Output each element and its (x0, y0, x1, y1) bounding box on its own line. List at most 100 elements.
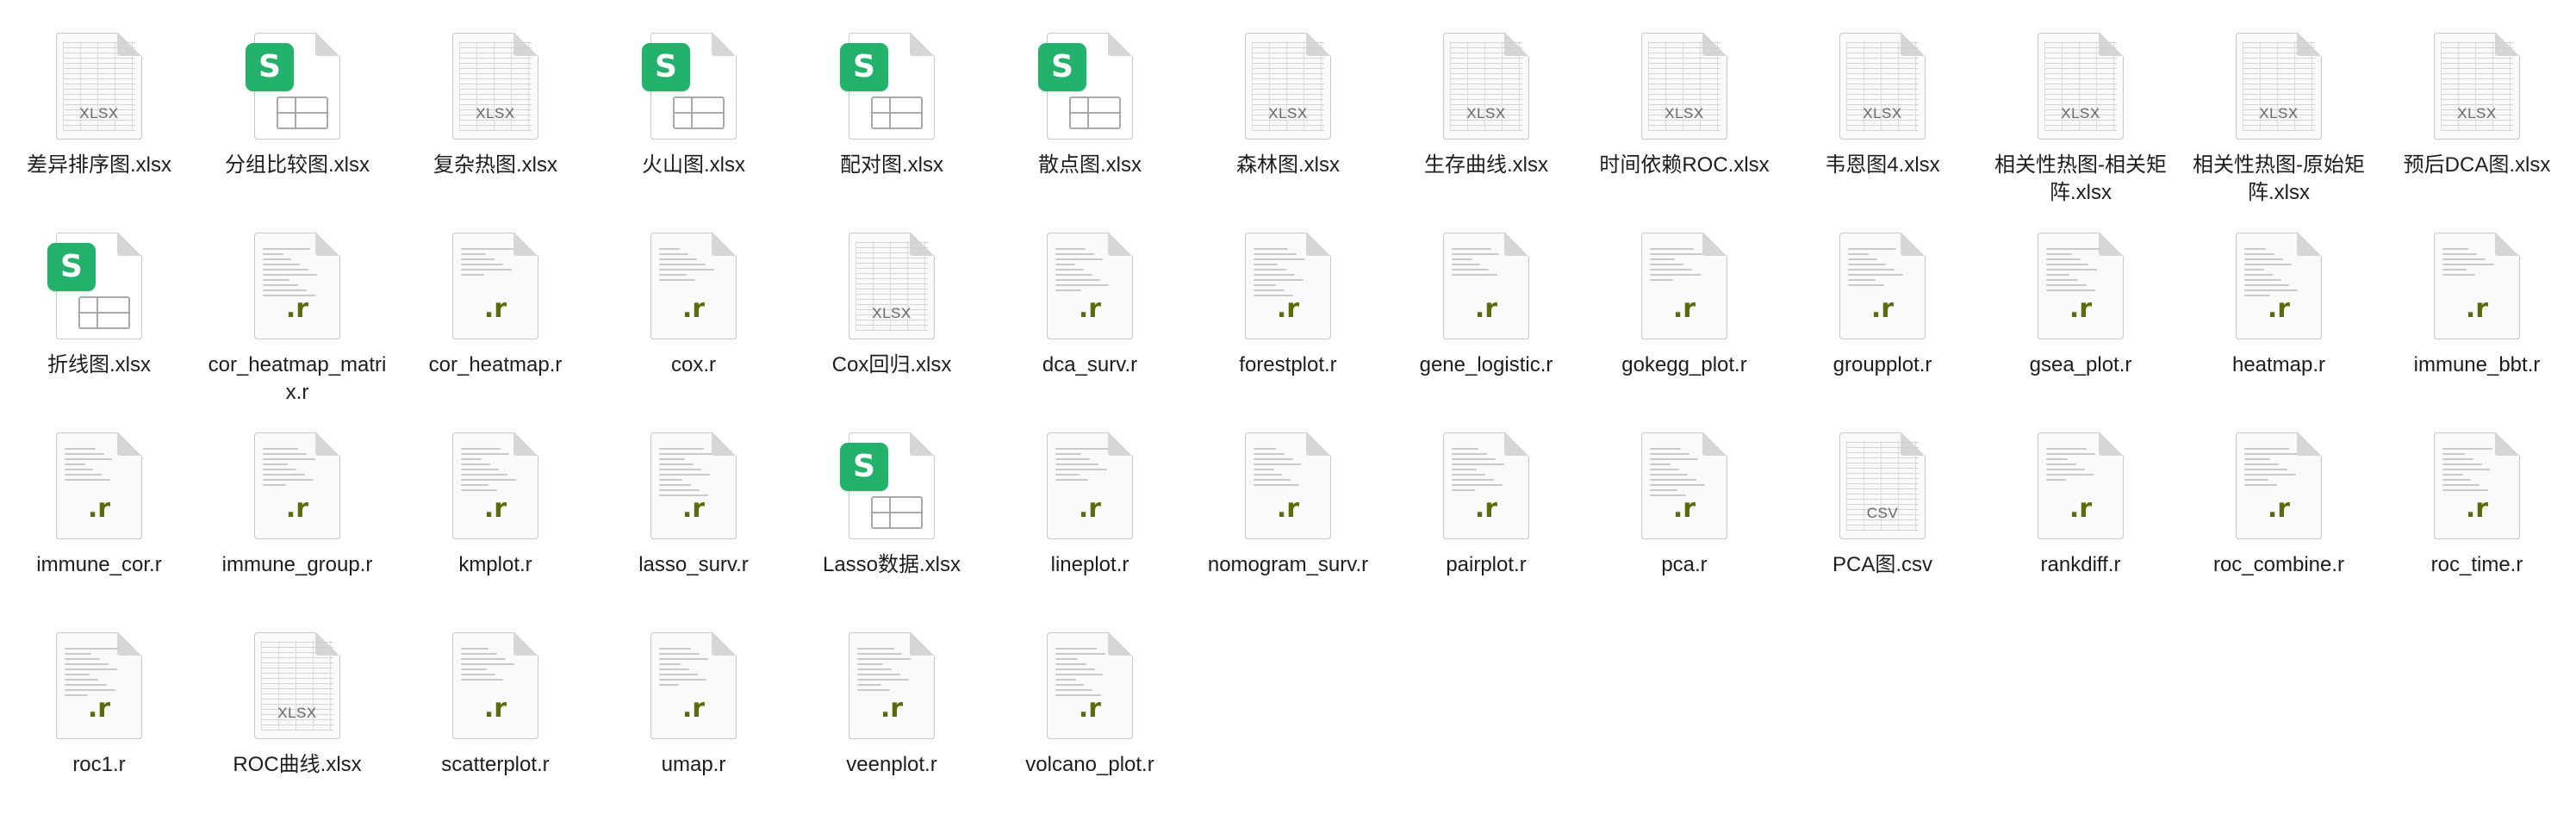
file-item[interactable]: XLSX Cox回归.xlsx (793, 200, 991, 400)
file-item[interactable]: XLSX 时间依赖ROC.xlsx (1585, 0, 1783, 200)
file-item[interactable]: .r roc_time.r (2378, 400, 2576, 600)
file-item[interactable]: .r gsea_plot.r (1982, 200, 2180, 400)
file-item[interactable]: XLSX 相关性热图-相关矩阵.xlsx (1982, 0, 2180, 204)
xlsx-preview-icon[interactable]: XLSX (2236, 33, 2322, 140)
file-item[interactable]: .r gene_logistic.r (1387, 200, 1585, 400)
r-script-icon[interactable]: .r (1443, 233, 1529, 339)
file-item[interactable]: XLSX ROC曲线.xlsx (198, 600, 396, 799)
file-item[interactable]: XLSX 森林图.xlsx (1189, 0, 1387, 200)
xlsx-preview-icon[interactable]: XLSX (56, 33, 142, 140)
xlsx-preview-icon[interactable]: XLSX (849, 233, 935, 339)
file-item[interactable]: CSV PCA图.csv (1783, 400, 1982, 600)
preview-line (1254, 264, 1279, 265)
file-item[interactable]: S Lasso数据.xlsx (793, 400, 991, 600)
preview-line (1650, 279, 1673, 281)
r-script-icon[interactable]: .r (56, 432, 142, 539)
r-script-icon[interactable]: .r (1245, 432, 1331, 539)
file-item[interactable]: .r lasso_surv.r (594, 400, 793, 600)
file-item[interactable]: XLSX 差异排序图.xlsx (0, 0, 198, 200)
file-item[interactable]: .r pca.r (1585, 400, 1783, 600)
file-item[interactable]: S 分组比较图.xlsx (198, 0, 396, 200)
r-script-icon[interactable]: .r (56, 632, 142, 739)
file-item[interactable]: XLSX 预后DCA图.xlsx (2378, 0, 2576, 200)
r-script-icon[interactable]: .r (1047, 432, 1133, 539)
preview-line (2046, 253, 2072, 255)
r-script-icon[interactable]: .r (452, 233, 538, 339)
file-item[interactable]: .r roc1.r (0, 600, 198, 799)
file-item[interactable]: .r pairplot.r (1387, 400, 1585, 600)
file-item[interactable]: XLSX 韦恩图4.xlsx (1783, 0, 1982, 200)
file-item[interactable]: S 折线图.xlsx (0, 200, 198, 400)
xlsx-preview-icon[interactable]: XLSX (1245, 33, 1331, 140)
file-item[interactable]: .r scatterplot.r (396, 600, 594, 799)
r-script-icon[interactable]: .r (1047, 233, 1133, 339)
file-item[interactable]: S 散点图.xlsx (991, 0, 1189, 200)
r-script-icon[interactable]: .r (254, 233, 340, 339)
r-script-icon[interactable]: .r (1443, 432, 1529, 539)
r-script-icon[interactable]: .r (2236, 432, 2322, 539)
file-item[interactable]: .r dca_surv.r (991, 200, 1189, 400)
file-item[interactable]: .r nomogram_surv.r (1189, 400, 1387, 600)
r-script-icon[interactable]: .r (254, 432, 340, 539)
r-script-icon[interactable]: .r (2038, 233, 2124, 339)
preview-line (1254, 274, 1295, 276)
file-item[interactable]: .r rankdiff.r (1982, 400, 2180, 600)
xlsx-preview-icon[interactable]: XLSX (1443, 33, 1529, 140)
r-script-icon[interactable]: .r (650, 432, 737, 539)
file-item[interactable]: .r lineplot.r (991, 400, 1189, 600)
file-item[interactable]: .r kmplot.r (396, 400, 594, 600)
preview-line (659, 248, 681, 250)
file-item[interactable]: .r groupplot.r (1783, 200, 1982, 400)
xlsx-preview-icon[interactable]: XLSX (1839, 33, 1926, 140)
r-script-icon[interactable]: .r (1245, 233, 1331, 339)
xlsx-preview-icon[interactable]: XLSX (452, 33, 538, 140)
spreadsheet-app-icon[interactable]: S (840, 33, 935, 140)
r-script-icon[interactable]: .r (650, 632, 737, 739)
csv-file-icon[interactable]: CSV (1839, 432, 1926, 539)
r-script-icon[interactable]: .r (1047, 632, 1133, 739)
r-script-icon[interactable]: .r (849, 632, 935, 739)
preview-line (2442, 248, 2469, 250)
xlsx-preview-icon[interactable]: XLSX (2038, 33, 2124, 140)
spreadsheet-app-icon[interactable]: S (47, 233, 142, 339)
file-item[interactable]: .r cor_heatmap_matrix.r (198, 200, 396, 404)
r-script-icon[interactable]: .r (2038, 432, 2124, 539)
file-item[interactable]: XLSX 复杂热图.xlsx (396, 0, 594, 200)
spreadsheet-app-icon[interactable]: S (246, 33, 340, 140)
file-name: volcano_plot.r (1025, 753, 1154, 776)
r-script-icon[interactable]: .r (1839, 233, 1926, 339)
r-script-icon[interactable]: .r (2434, 432, 2520, 539)
spreadsheet-app-icon[interactable]: S (840, 432, 935, 539)
spreadsheet-app-icon[interactable]: S (1038, 33, 1133, 140)
r-script-icon[interactable]: .r (452, 432, 538, 539)
xlsx-preview-icon[interactable]: XLSX (2434, 33, 2520, 140)
file-item[interactable]: .r immune_bbt.r (2378, 200, 2576, 400)
preview-line (2244, 264, 2292, 265)
r-script-icon[interactable]: .r (452, 632, 538, 739)
r-script-icon[interactable]: .r (1641, 432, 1727, 539)
file-item[interactable]: .r heatmap.r (2180, 200, 2378, 400)
file-item[interactable]: .r forestplot.r (1189, 200, 1387, 400)
file-item[interactable]: .r roc_combine.r (2180, 400, 2378, 600)
file-extension-label: XLSX (872, 305, 912, 321)
file-item[interactable]: S 火山图.xlsx (594, 0, 793, 200)
file-item[interactable]: XLSX 生存曲线.xlsx (1387, 0, 1585, 200)
r-script-icon[interactable]: .r (2236, 233, 2322, 339)
file-item[interactable]: .r gokegg_plot.r (1585, 200, 1783, 400)
file-item[interactable]: .r cor_heatmap.r (396, 200, 594, 400)
file-item[interactable]: .r veenplot.r (793, 600, 991, 799)
r-script-icon[interactable]: .r (2434, 233, 2520, 339)
r-script-icon[interactable]: .r (650, 233, 737, 339)
file-item[interactable]: S 配对图.xlsx (793, 0, 991, 200)
file-item[interactable]: .r cox.r (594, 200, 793, 400)
preview-line (1055, 668, 1095, 670)
spreadsheet-app-icon[interactable]: S (642, 33, 737, 140)
xlsx-preview-icon[interactable]: XLSX (254, 632, 340, 739)
file-item[interactable]: .r immune_group.r (198, 400, 396, 600)
file-item[interactable]: .r volcano_plot.r (991, 600, 1189, 799)
file-item[interactable]: .r immune_cor.r (0, 400, 198, 600)
file-item[interactable]: .r umap.r (594, 600, 793, 799)
xlsx-preview-icon[interactable]: XLSX (1641, 33, 1727, 140)
r-script-icon[interactable]: .r (1641, 233, 1727, 339)
file-item[interactable]: XLSX 相关性热图-原始矩阵.xlsx (2180, 0, 2378, 204)
